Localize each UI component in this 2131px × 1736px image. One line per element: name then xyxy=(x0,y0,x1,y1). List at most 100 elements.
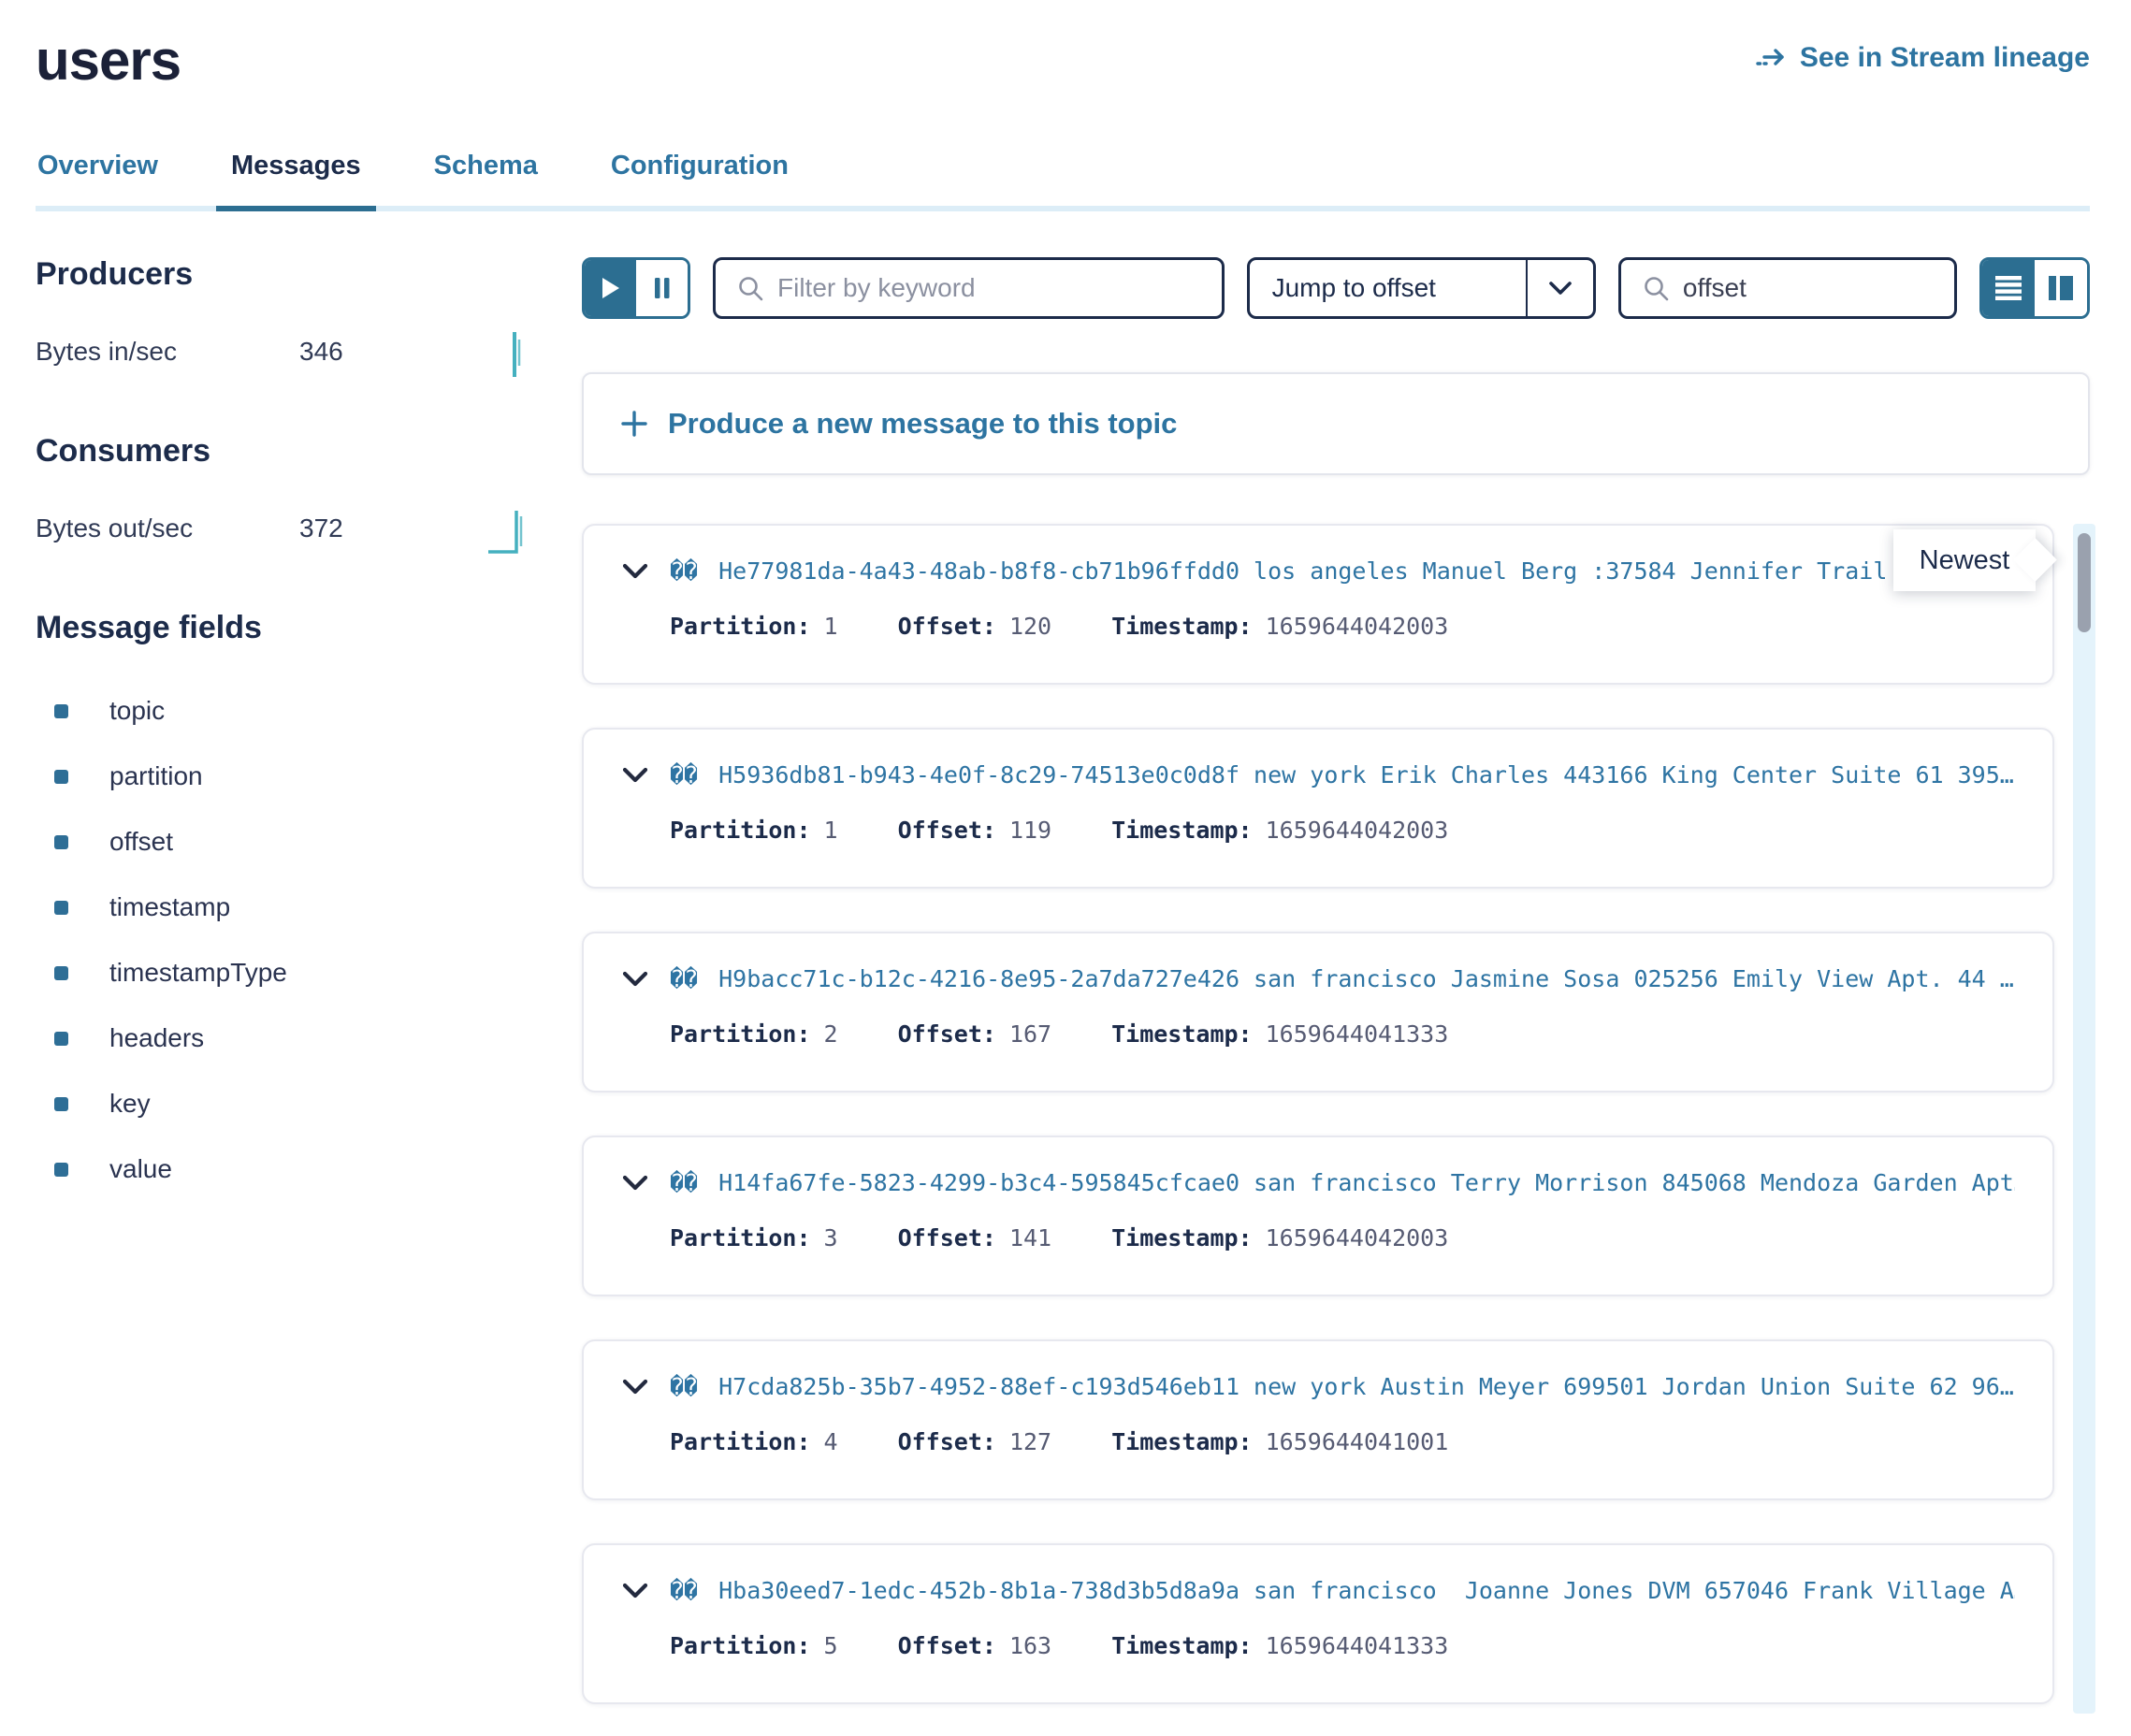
column-view-icon xyxy=(2048,275,2074,301)
message-header[interactable]: �� Hba30eed7-1edc-452b-8b1a-738d3b5d8a9a… xyxy=(621,1577,2015,1604)
message-key: H14fa67fe-5823-4299-b3c4-595845cfcae0 sa… xyxy=(718,1169,2015,1196)
chevron-down-icon[interactable] xyxy=(621,1170,649,1196)
message-header[interactable]: �� He77981da-4a43-48ab-b8f8-cb71b96ffdd0… xyxy=(621,557,2015,585)
produce-message-label: Produce a new message to this topic xyxy=(668,407,1177,441)
message-header[interactable]: �� H14fa67fe-5823-4299-b3c4-595845cfcae0… xyxy=(621,1169,2015,1196)
bytes-out-value: 372 xyxy=(299,514,343,543)
message-fields-list: topic partition offset timestamp timesta… xyxy=(36,678,529,1202)
newest-tooltip: Newest xyxy=(1893,529,2036,591)
message-key: H5936db81-b943-4e0f-8c29-74513e0c0d8f ne… xyxy=(718,761,2015,788)
message-row: �� H9bacc71c-b12c-4216-8e95-2a7da727e426… xyxy=(582,932,2054,1092)
field-item-headers[interactable]: headers xyxy=(36,1005,529,1071)
produce-message-button[interactable]: Produce a new message to this topic xyxy=(582,372,2090,475)
field-bullet-icon xyxy=(54,1032,68,1046)
pause-button[interactable] xyxy=(636,260,688,316)
list-view-icon xyxy=(1994,275,2022,301)
tab-overview[interactable]: Overview xyxy=(36,151,160,206)
tab-configuration[interactable]: Configuration xyxy=(609,151,790,206)
replacement-glyphs: �� xyxy=(670,1373,698,1400)
scrollbar-track[interactable] xyxy=(2073,524,2095,1714)
play-pause-toggle xyxy=(582,257,690,319)
message-list: �� He77981da-4a43-48ab-b8f8-cb71b96ffdd0… xyxy=(582,524,2090,1714)
message-row: �� He77981da-4a43-48ab-b8f8-cb71b96ffdd0… xyxy=(582,524,2054,685)
keyword-filter-input[interactable] xyxy=(777,273,1201,303)
timestamp-value: 1659644041333 xyxy=(1266,1632,1449,1659)
offset-search-input[interactable] xyxy=(1683,273,1934,303)
field-item-partition[interactable]: partition xyxy=(36,744,529,809)
tab-messages[interactable]: Messages xyxy=(229,151,363,206)
list-view-button[interactable] xyxy=(1982,260,2035,316)
scrollbar-thumb[interactable] xyxy=(2078,533,2091,632)
field-item-value[interactable]: value xyxy=(36,1136,529,1202)
message-header[interactable]: �� H5936db81-b943-4e0f-8c29-74513e0c0d8f… xyxy=(621,761,2015,788)
messages-toolbar: Jump to offset xyxy=(582,256,2090,320)
lineage-link-label: See in Stream lineage xyxy=(1800,42,2090,74)
field-bullet-icon xyxy=(54,966,68,980)
offset-value: 141 xyxy=(1009,1224,1051,1251)
tab-schema[interactable]: Schema xyxy=(432,151,540,206)
message-header[interactable]: �� H7cda825b-35b7-4952-88ef-c193d546eb11… xyxy=(621,1373,2015,1400)
stream-lineage-link[interactable]: See in Stream lineage xyxy=(1755,41,2090,75)
plus-icon xyxy=(619,409,649,439)
partition-value: 1 xyxy=(824,817,838,844)
field-bullet-icon xyxy=(54,901,68,915)
field-item-timestampType[interactable]: timestampType xyxy=(36,940,529,1005)
pause-icon xyxy=(653,276,672,300)
message-meta: Partition:3 Offset:141 Timestamp:1659644… xyxy=(670,1224,2015,1251)
partition-value: 1 xyxy=(824,613,838,640)
partition-value: 5 xyxy=(824,1632,838,1659)
tab-bar: Overview Messages Schema Configuration xyxy=(36,151,2090,211)
chevron-down-icon[interactable] xyxy=(621,558,649,585)
consumers-heading: Consumers xyxy=(36,433,529,470)
field-item-key[interactable]: key xyxy=(36,1071,529,1136)
message-key: H7cda825b-35b7-4952-88ef-c193d546eb11 ne… xyxy=(718,1373,2015,1400)
producers-heading: Producers xyxy=(36,256,529,293)
message-row: �� H7cda825b-35b7-4952-88ef-c193d546eb11… xyxy=(582,1339,2054,1500)
play-icon xyxy=(601,276,621,300)
chevron-down-icon[interactable] xyxy=(621,1374,649,1400)
bytes-in-label: Bytes in/sec xyxy=(36,337,299,367)
search-icon xyxy=(736,274,764,302)
field-item-timestamp[interactable]: timestamp xyxy=(36,875,529,940)
replacement-glyphs: �� xyxy=(670,965,698,992)
jump-select-value: Jump to offset xyxy=(1250,260,1526,316)
topbar: users See in Stream lineage xyxy=(36,28,2090,93)
newest-tooltip-label: Newest xyxy=(1920,545,2010,576)
message-key: He77981da-4a43-48ab-b8f8-cb71b96ffdd0 lo… xyxy=(718,557,2015,585)
field-item-topic[interactable]: topic xyxy=(36,678,529,744)
sidebar: Producers Bytes in/sec 346 Consumers Byt… xyxy=(36,256,582,1714)
replacement-glyphs: �� xyxy=(670,1169,698,1196)
bytes-out-label: Bytes out/sec xyxy=(36,514,299,543)
offset-value: 119 xyxy=(1009,817,1051,844)
timestamp-value: 1659644041001 xyxy=(1266,1428,1449,1455)
search-icon xyxy=(1642,274,1670,302)
field-bullet-icon xyxy=(54,770,68,784)
view-mode-toggle xyxy=(1979,257,2090,319)
keyword-filter-field xyxy=(713,257,1225,319)
bytes-out-sparkline xyxy=(486,501,529,556)
message-meta: Partition:2 Offset:167 Timestamp:1659644… xyxy=(670,1020,2015,1048)
replacement-glyphs: �� xyxy=(670,557,698,585)
message-key: H9bacc71c-b12c-4216-8e95-2a7da727e426 sa… xyxy=(718,965,2015,992)
jump-to-offset-select[interactable]: Jump to offset xyxy=(1247,257,1596,319)
offset-value: 163 xyxy=(1009,1632,1051,1659)
message-meta: Partition:1 Offset:119 Timestamp:1659644… xyxy=(670,817,2015,844)
bytes-in-value: 346 xyxy=(299,337,343,367)
timestamp-value: 1659644042003 xyxy=(1266,817,1449,844)
chevron-down-icon[interactable] xyxy=(621,1578,649,1604)
page-title: users xyxy=(36,28,181,93)
chevron-down-icon[interactable] xyxy=(621,966,649,992)
message-header[interactable]: �� H9bacc71c-b12c-4216-8e95-2a7da727e426… xyxy=(621,965,2015,992)
offset-value: 120 xyxy=(1009,613,1051,640)
lineage-arrow-icon xyxy=(1755,41,1789,75)
timestamp-value: 1659644041333 xyxy=(1266,1020,1449,1048)
message-row: �� H5936db81-b943-4e0f-8c29-74513e0c0d8f… xyxy=(582,728,2054,889)
timestamp-value: 1659644042003 xyxy=(1266,1224,1449,1251)
chevron-down-icon[interactable] xyxy=(621,762,649,788)
play-button[interactable] xyxy=(585,260,636,316)
message-meta: Partition:5 Offset:163 Timestamp:1659644… xyxy=(670,1632,2015,1659)
field-bullet-icon xyxy=(54,1097,68,1111)
field-item-offset[interactable]: offset xyxy=(36,809,529,875)
column-view-button[interactable] xyxy=(2035,260,2087,316)
bytes-in-metric: Bytes in/sec 346 xyxy=(36,325,529,379)
